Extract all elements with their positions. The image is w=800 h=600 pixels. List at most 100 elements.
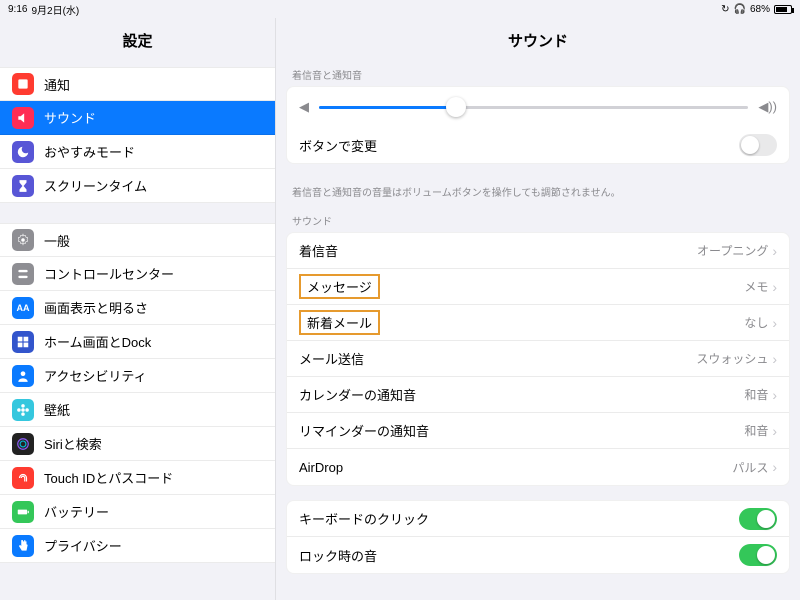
sidebar-item-label: プライバシー bbox=[44, 536, 122, 555]
sidebar-item-コントロールセンター[interactable]: コントロールセンター bbox=[0, 257, 275, 291]
gear-icon bbox=[12, 229, 34, 251]
sounds-card: 着信音 オープニング › メッセージ メモ › 新着メール なし › bbox=[286, 232, 790, 486]
sidebar-item-アクセシビリティ[interactable]: アクセシビリティ bbox=[0, 359, 275, 393]
keyboard-clicks-label: キーボードのクリック bbox=[299, 509, 429, 528]
orientation-lock-icon: ↻ bbox=[721, 4, 729, 15]
ringer-volume-slider[interactable]: ◀ ◀)) bbox=[287, 87, 789, 127]
chevron-right-icon: › bbox=[772, 315, 777, 331]
speaker-low-icon: ◀ bbox=[299, 99, 309, 115]
calendar-alert-value: 和音 bbox=[744, 386, 768, 403]
chevron-right-icon: › bbox=[772, 279, 777, 295]
reminder-alert-row[interactable]: リマインダーの通知音 和音 › bbox=[287, 413, 789, 449]
chevron-right-icon: › bbox=[772, 243, 777, 259]
ringtone-row[interactable]: 着信音 オープニング › bbox=[287, 233, 789, 269]
sidebar-item-画面表示と明るさ[interactable]: AA 画面表示と明るさ bbox=[0, 291, 275, 325]
text-tone-label: メッセージ bbox=[307, 280, 372, 295]
sent-mail-label: メール送信 bbox=[299, 349, 364, 368]
flower-icon bbox=[12, 399, 34, 421]
sidebar-item-おやすみモード[interactable]: おやすみモード bbox=[0, 135, 275, 169]
sidebar-item-label: 一般 bbox=[44, 231, 70, 250]
chevron-right-icon: › bbox=[772, 459, 777, 475]
text-tone-value: メモ bbox=[744, 278, 768, 295]
status-bar: 9:16 9月2日(水) ↻ 🎧 68% bbox=[0, 0, 800, 18]
airdrop-label: AirDrop bbox=[299, 460, 343, 475]
sidebar-item-label: 画面表示と明るさ bbox=[44, 298, 148, 317]
sidebar-item-通知[interactable]: 通知 bbox=[0, 67, 275, 101]
sidebar-item-Touch IDとパスコード[interactable]: Touch IDとパスコード bbox=[0, 461, 275, 495]
sidebar-item-label: おやすみモード bbox=[44, 142, 135, 161]
moon-icon bbox=[12, 141, 34, 163]
reminder-alert-label: リマインダーの通知音 bbox=[299, 421, 429, 440]
sidebar-item-label: Touch IDとパスコード bbox=[44, 468, 173, 487]
sidebar-item-バッテリー[interactable]: バッテリー bbox=[0, 495, 275, 529]
sidebar-group-2: 一般コントロールセンター AA 画面表示と明るさホーム画面とDock アクセシビリティ… bbox=[0, 223, 275, 563]
sidebar-item-スクリーンタイム[interactable]: スクリーンタイム bbox=[0, 169, 275, 203]
sidebar-title: 設定 bbox=[0, 18, 275, 67]
sidebar-item-ホーム画面とDock[interactable]: ホーム画面とDock bbox=[0, 325, 275, 359]
battery-percent: 68% bbox=[750, 4, 770, 15]
sidebar-group-1: 通知サウンドおやすみモードスクリーンタイム bbox=[0, 67, 275, 203]
ringer-card: ◀ ◀)) ボタンで変更 bbox=[286, 86, 790, 164]
keyboard-clicks-switch[interactable] bbox=[739, 508, 777, 530]
change-with-buttons-switch[interactable] bbox=[739, 134, 777, 156]
sidebar-item-サウンド[interactable]: サウンド bbox=[0, 101, 275, 135]
hourglass-icon bbox=[12, 175, 34, 197]
aa-icon: AA bbox=[12, 297, 34, 319]
slider-thumb[interactable] bbox=[446, 97, 466, 117]
siri-icon bbox=[12, 433, 34, 455]
headphone-icon: 🎧 bbox=[734, 4, 746, 15]
sidebar-item-一般[interactable]: 一般 bbox=[0, 223, 275, 257]
sent-mail-row[interactable]: メール送信 スウォッシュ › bbox=[287, 341, 789, 377]
sidebar-item-label: Siriと検索 bbox=[44, 434, 102, 453]
lock-sound-label: ロック時の音 bbox=[299, 546, 377, 565]
grid-icon bbox=[12, 331, 34, 353]
sounds-section-header: サウンド bbox=[276, 213, 800, 232]
battery-icon bbox=[774, 5, 792, 14]
sidebar-item-label: 壁紙 bbox=[44, 400, 70, 419]
ringer-section-header: 着信音と通知音 bbox=[276, 67, 800, 86]
switches-icon bbox=[12, 263, 34, 285]
airdrop-value: パルス bbox=[732, 459, 768, 476]
airdrop-row[interactable]: AirDrop パルス › bbox=[287, 449, 789, 485]
text-tone-row[interactable]: メッセージ メモ › bbox=[287, 269, 789, 305]
new-mail-highlight: 新着メール bbox=[299, 310, 380, 335]
sidebar-item-label: アクセシビリティ bbox=[44, 366, 147, 385]
calendar-alert-label: カレンダーの通知音 bbox=[299, 385, 416, 404]
new-mail-value: なし bbox=[744, 314, 768, 331]
change-with-buttons-label: ボタンで変更 bbox=[299, 136, 377, 155]
status-date: 9月2日(水) bbox=[31, 2, 79, 17]
detail-panel: サウンド 着信音と通知音 ◀ ◀)) ボタンで変更 着信音と通知音の音量はボリュ… bbox=[276, 18, 800, 600]
sidebar-item-label: スクリーンタイム bbox=[44, 176, 147, 195]
speaker-high-icon: ◀)) bbox=[758, 99, 777, 115]
sidebar-item-壁紙[interactable]: 壁紙 bbox=[0, 393, 275, 427]
reminder-alert-value: 和音 bbox=[744, 422, 768, 439]
sidebar-item-label: 通知 bbox=[44, 75, 70, 94]
sidebar-item-label: ホーム画面とDock bbox=[44, 332, 151, 351]
new-mail-label: 新着メール bbox=[307, 316, 372, 331]
hand-icon bbox=[12, 535, 34, 557]
battery-icon bbox=[12, 501, 34, 523]
slider-track[interactable] bbox=[319, 106, 748, 109]
lock-sound-row[interactable]: ロック時の音 bbox=[287, 537, 789, 573]
person-icon bbox=[12, 365, 34, 387]
new-mail-row[interactable]: 新着メール なし › bbox=[287, 305, 789, 341]
keyboard-clicks-row[interactable]: キーボードのクリック bbox=[287, 501, 789, 537]
lock-sound-switch[interactable] bbox=[739, 544, 777, 566]
sidebar-item-label: コントロールセンター bbox=[44, 264, 174, 283]
chevron-right-icon: › bbox=[772, 423, 777, 439]
bell-square-icon bbox=[12, 73, 34, 95]
calendar-alert-row[interactable]: カレンダーの通知音 和音 › bbox=[287, 377, 789, 413]
speaker-icon bbox=[12, 107, 34, 129]
system-sounds-card: キーボードのクリック ロック時の音 bbox=[286, 500, 790, 574]
sent-mail-value: スウォッシュ bbox=[696, 350, 768, 367]
sidebar-item-プライバシー[interactable]: プライバシー bbox=[0, 529, 275, 563]
touchid-icon bbox=[12, 467, 34, 489]
change-with-buttons-row[interactable]: ボタンで変更 bbox=[287, 127, 789, 163]
sidebar-item-label: バッテリー bbox=[44, 502, 109, 521]
status-time: 9:16 bbox=[8, 4, 27, 15]
sidebar-item-label: サウンド bbox=[44, 108, 96, 127]
ringtone-label: 着信音 bbox=[299, 241, 338, 260]
sidebar-item-Siriと検索[interactable]: Siriと検索 bbox=[0, 427, 275, 461]
settings-sidebar: 設定 通知サウンドおやすみモードスクリーンタイム 一般コントロールセンター AA 画… bbox=[0, 18, 276, 600]
text-tone-highlight: メッセージ bbox=[299, 274, 380, 299]
